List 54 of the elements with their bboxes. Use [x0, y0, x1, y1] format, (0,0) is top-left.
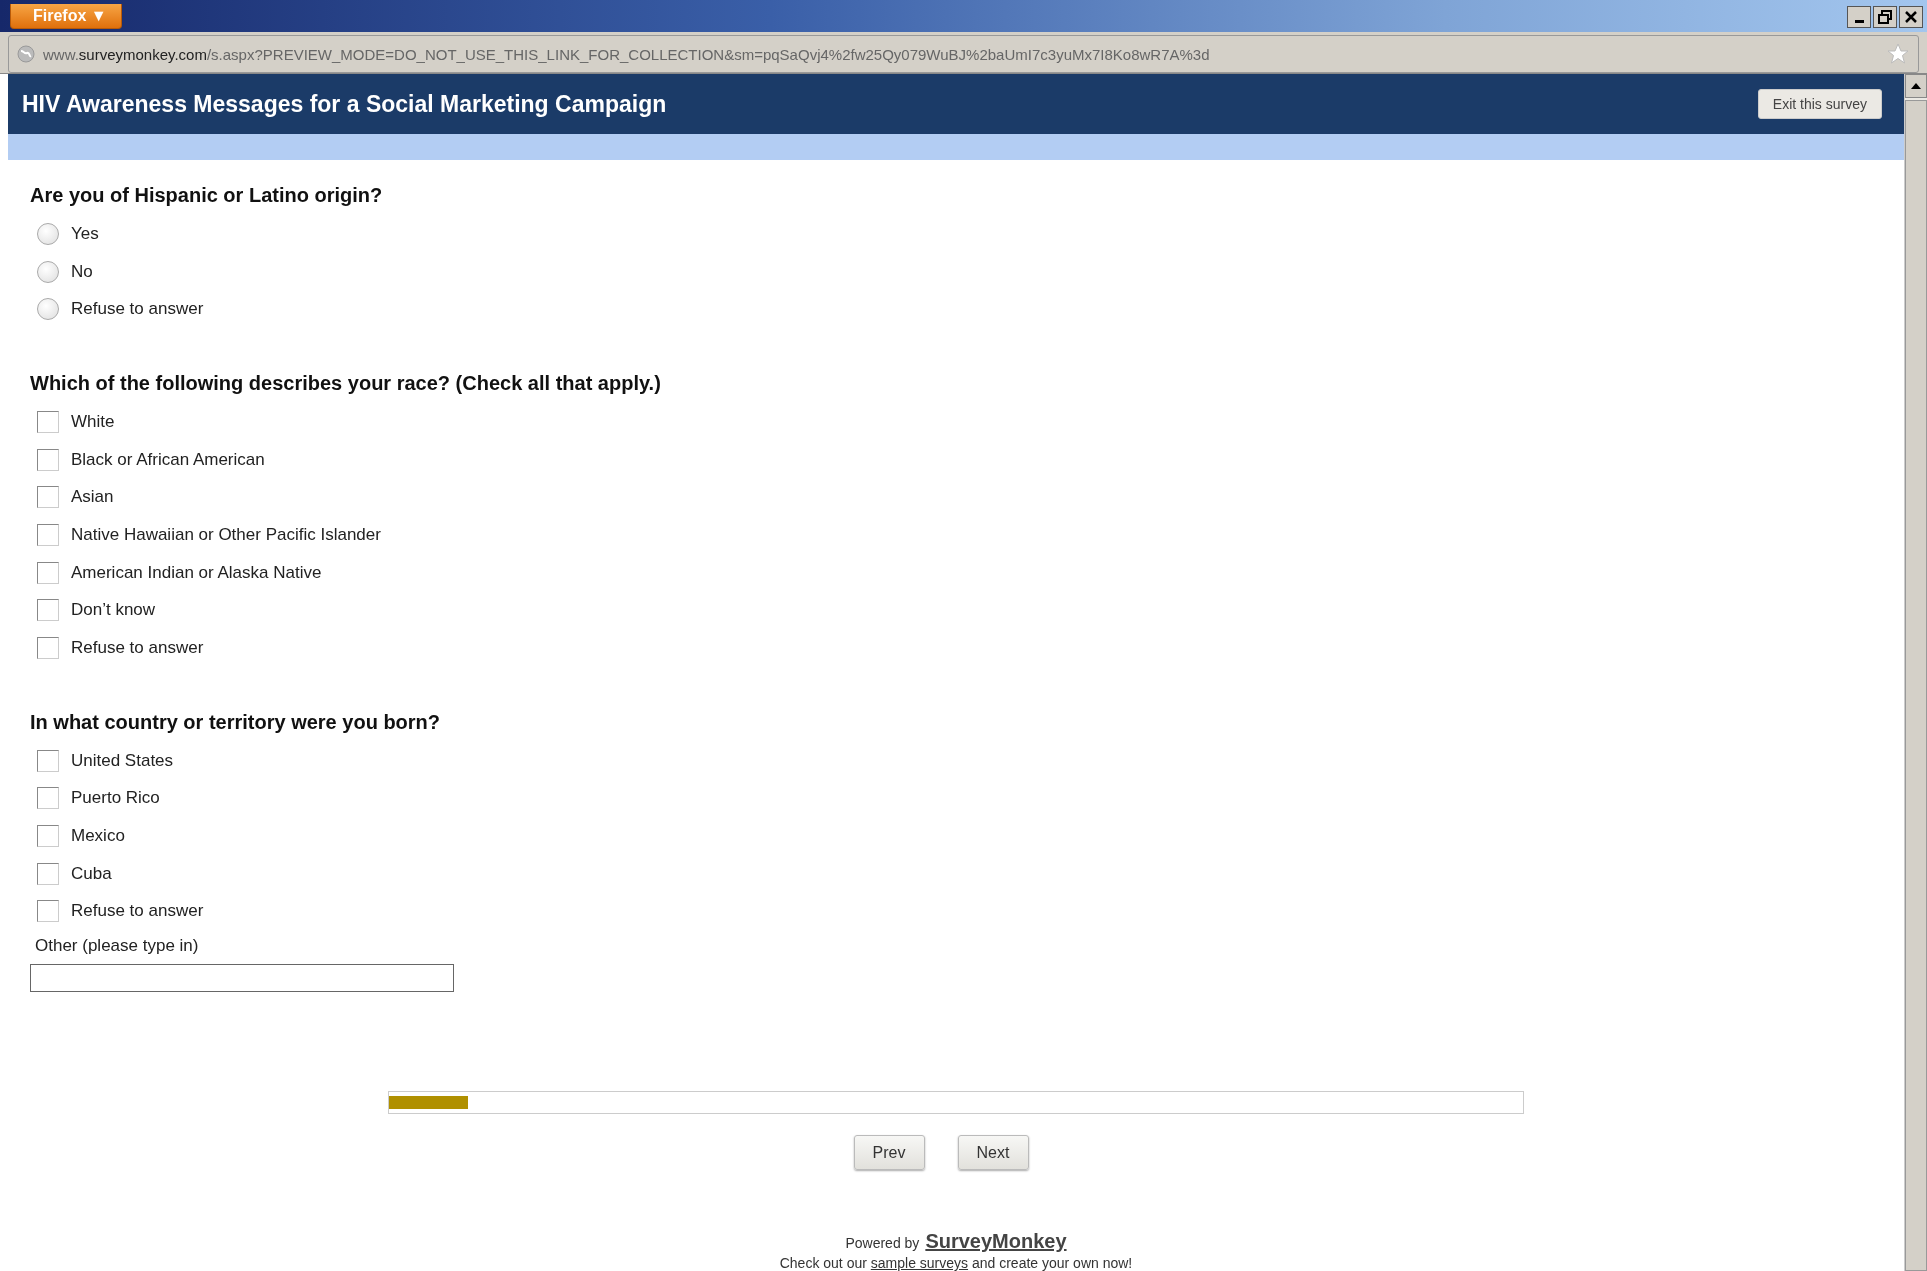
option-label: Cuba [71, 863, 112, 884]
minimize-icon [1854, 20, 1864, 23]
checkbox[interactable] [37, 749, 59, 772]
restore-icon [1878, 10, 1892, 24]
exit-survey-button[interactable]: Exit this survey [1757, 89, 1882, 119]
option-label: Asian [71, 487, 114, 508]
radio-button[interactable] [37, 260, 59, 283]
sample-surveys-link[interactable]: sample surveys [870, 1255, 969, 1271]
url-text: www.surveymonkey.com/s.aspx?PREVIEW_MODE=DO_NOT_USE_THIS_LINK_FOR_COLLECTION&sm=pqSaQvj4%2fw25Qy079WuBJ%2baUmI7c3yuMx7I8Ko8wR7A%3d [43, 45, 1211, 63]
option-label: Native Hawaiian or Other Pacific Islander [71, 524, 381, 545]
option-label: Refuse to answer [71, 901, 204, 922]
radio-button[interactable] [37, 222, 59, 245]
checkbox[interactable] [37, 410, 59, 433]
checkbox[interactable] [37, 599, 59, 622]
address-bar[interactable]: www.surveymonkey.com/s.aspx?PREVIEW_MODE=DO_NOT_USE_THIS_LINK_FOR_COLLECTION&sm=pqSaQvj4%2fw25Qy079WuBJ%2baUmI7c3yuMx7I8Ko8wR7A%3d [8, 35, 1919, 73]
question-text: Are you of Hispanic or Latino origin? [30, 184, 384, 207]
minimize-button[interactable] [1847, 6, 1871, 28]
checkbox[interactable] [37, 486, 59, 509]
checkbox[interactable] [37, 787, 59, 810]
question-text: In what country or territory were you born? [30, 710, 442, 734]
survey-title: HIV Awareness Messages for a Social Marketing Campaign [22, 90, 667, 118]
option-label: Mexico [71, 826, 125, 847]
close-icon [1904, 10, 1918, 24]
option-label: Don’t know [71, 600, 156, 621]
surveymonkey-link[interactable]: SurveyMonkey [925, 1230, 1067, 1254]
option-label: Refuse to answer [71, 299, 204, 320]
option-label: No [71, 261, 93, 282]
checkbox[interactable] [37, 825, 59, 848]
radio-button[interactable] [37, 298, 59, 321]
checkbox[interactable] [37, 523, 59, 546]
option-label: Refuse to answer [71, 638, 204, 659]
checkbox[interactable] [37, 862, 59, 885]
option-label: Black or African American [71, 449, 265, 470]
scroll-up-button[interactable] [1905, 74, 1927, 98]
option-label: Puerto Rico [71, 788, 160, 809]
option-label: Yes [71, 223, 99, 244]
checkbox[interactable] [37, 900, 59, 923]
up-arrow-icon [1911, 83, 1921, 89]
star-icon[interactable] [1886, 42, 1910, 66]
other-label: Other (please type in) [35, 936, 200, 957]
question-text: Which of the following describes your race? (Check all that apply.) [30, 372, 662, 396]
nav-button[interactable]: Prev [853, 1135, 925, 1171]
close-button[interactable] [1899, 6, 1923, 28]
checkbox[interactable] [37, 561, 59, 584]
option-label: United States [71, 750, 174, 771]
restore-button[interactable] [1873, 6, 1897, 28]
footer-note: Check out our sample surveys and create your own now! [779, 1255, 1133, 1271]
powered-by-text: Powered by [845, 1235, 920, 1252]
nav-button[interactable]: Next [957, 1135, 1029, 1171]
checkbox[interactable] [37, 448, 59, 471]
option-label: American Indian or Alaska Native [71, 562, 322, 583]
other-input-field[interactable] [30, 964, 454, 993]
option-label: White [71, 411, 115, 432]
checkbox[interactable] [37, 637, 59, 660]
